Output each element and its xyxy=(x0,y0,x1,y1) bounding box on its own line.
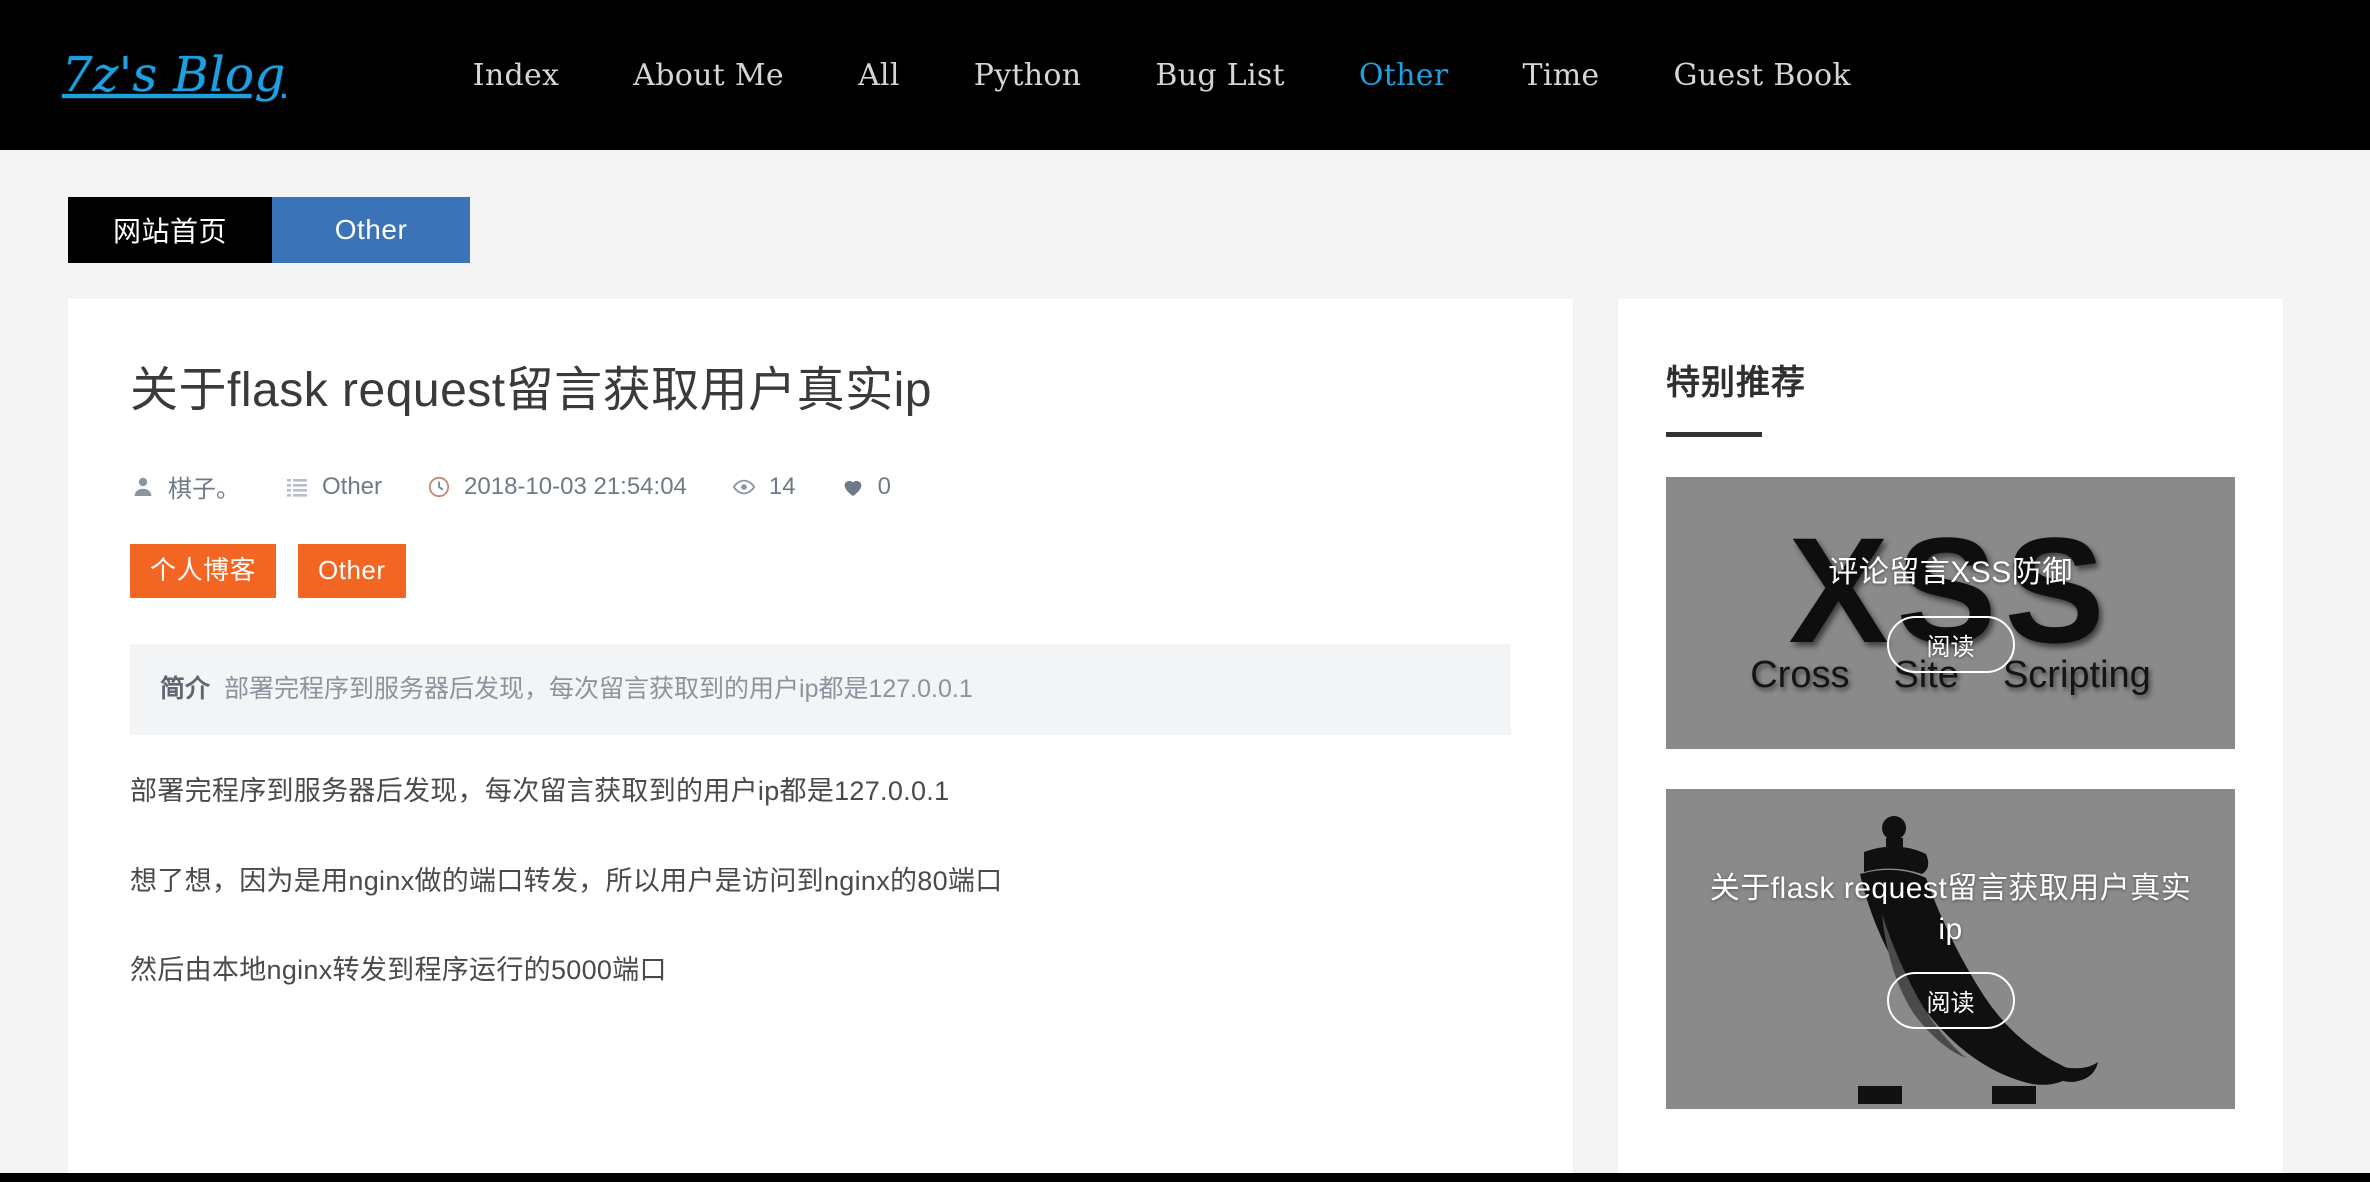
summary-text: 部署完程序到服务器后发现，每次留言获取到的用户ip都是127.0.0.1 xyxy=(224,674,973,703)
article-body: 部署完程序到服务器后发现，每次留言获取到的用户ip都是127.0.0.1 想了想… xyxy=(130,771,1511,993)
user-icon xyxy=(130,474,156,500)
site-logo[interactable]: 7z's Blog xyxy=(62,51,286,99)
tab-site-home[interactable]: 网站首页 xyxy=(68,197,272,263)
site-header: 7z's Blog Index About Me All Python Bug … xyxy=(0,0,2370,150)
article-paragraph: 然后由本地nginx转发到程序运行的5000端口 xyxy=(130,955,667,986)
eye-icon xyxy=(731,474,757,500)
summary-label: 简介 xyxy=(160,674,211,703)
tab-category-other[interactable]: Other xyxy=(272,197,470,263)
article-summary: 简介 部署完程序到服务器后发现，每次留言获取到的用户ip都是127.0.0.1 xyxy=(130,643,1511,735)
nav-item-bug-list[interactable]: Bug List xyxy=(1118,58,1321,93)
meta-category-text: Other xyxy=(322,472,383,500)
page-title: 关于flask request留言获取用户真实ip xyxy=(130,364,932,417)
meta-author-text: 棋子。 xyxy=(168,476,240,503)
card-overlay: 关于flask request留言获取用户真实ip 阅读 xyxy=(1666,789,2235,1109)
main-navigation: Index About Me All Python Bug List Other… xyxy=(436,58,1888,93)
clock-icon xyxy=(426,474,452,500)
article-tags: 个人博客 Other xyxy=(130,544,1511,598)
read-button[interactable]: 阅读 xyxy=(1886,972,2015,1029)
list-icon xyxy=(284,474,310,500)
article-paragraph: 部署完程序到服务器后发现，每次留言获取到的用户ip都是127.0.0.1 xyxy=(130,775,950,806)
meta-datetime-text: 2018-10-03 21:54:04 xyxy=(464,472,687,500)
recommended-card-xss[interactable]: XSS Cross Site Scripting 评论留言XSS防御 阅读 xyxy=(1666,477,2235,749)
meta-likes[interactable]: 0 xyxy=(840,473,891,501)
nav-item-time[interactable]: Time xyxy=(1485,58,1636,93)
nav-item-python[interactable]: Python xyxy=(937,58,1119,93)
meta-category: Other xyxy=(284,473,382,501)
nav-item-index[interactable]: Index xyxy=(436,58,597,93)
meta-datetime: 2018-10-03 21:54:04 xyxy=(426,473,687,501)
heart-icon[interactable] xyxy=(840,474,866,500)
nav-item-guest-book[interactable]: Guest Book xyxy=(1637,58,1888,93)
sidebar-title: 特别推荐 xyxy=(1666,364,1806,402)
tag-other[interactable]: Other xyxy=(298,544,406,598)
breadcrumb: 网站首页 Other xyxy=(68,197,2370,263)
nav-item-all[interactable]: All xyxy=(821,58,937,93)
recommended-card-flask[interactable]: 关于flask request留言获取用户真实ip 阅读 xyxy=(1666,789,2235,1109)
footer-strip xyxy=(0,1173,2370,1182)
nav-item-other[interactable]: Other xyxy=(1322,58,1486,93)
recommended-card-title: 评论留言XSS防御 xyxy=(1828,556,2073,590)
page-content: 关于flask request留言获取用户真实ip 棋子。 Other 2018… xyxy=(0,299,2370,1182)
article-paragraph: 想了想，因为是用nginx做的端口转发，所以用户是访问到nginx的80端口 xyxy=(130,865,1003,896)
card-overlay: 评论留言XSS防御 阅读 xyxy=(1666,477,2235,749)
read-button[interactable]: 阅读 xyxy=(1886,615,2015,673)
sidebar-title-underline xyxy=(1666,432,1762,437)
tag-personal-blog[interactable]: 个人博客 xyxy=(130,544,277,598)
meta-likes-count: 0 xyxy=(877,472,891,500)
meta-views-count: 14 xyxy=(768,472,796,500)
meta-author: 棋子。 xyxy=(130,469,240,504)
article-meta: 棋子。 Other 2018-10-03 21:54:04 14 0 xyxy=(130,469,1511,504)
sidebar: 特别推荐 XSS Cross Site Scripting 评论留言XSS防御 … xyxy=(1618,299,2283,1182)
article-card: 关于flask request留言获取用户真实ip 棋子。 Other 2018… xyxy=(68,299,1573,1182)
recommended-card-title: 关于flask request留言获取用户真实ip xyxy=(1709,872,2192,946)
nav-item-about-me[interactable]: About Me xyxy=(596,58,821,93)
meta-views: 14 xyxy=(731,473,796,501)
